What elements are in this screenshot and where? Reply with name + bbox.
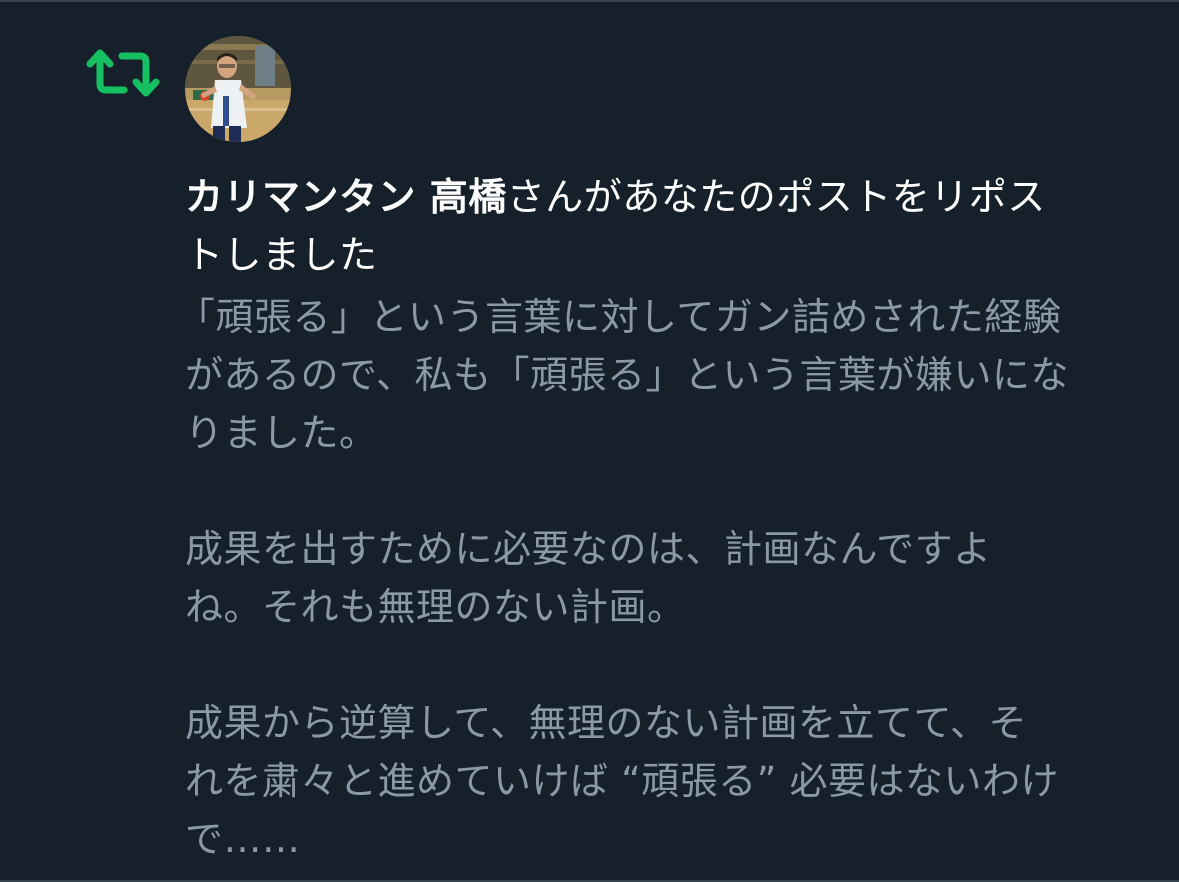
post-line: れを粛々と進めていけば “頑張る” 必要はないわけ <box>185 759 1060 803</box>
notification-content: カリマンタン 高橋さんがあなたのポストをリポストしました 「頑張る」という言葉に… <box>177 168 1145 868</box>
action-text-line2: トしました <box>185 233 378 277</box>
user-name-link[interactable]: カリマンタン 高橋 <box>185 175 507 219</box>
post-line: ね。それも無理のない計画。 <box>185 585 686 629</box>
action-text-line1: さんがあなたのポストをリポス <box>506 175 1046 219</box>
post-line: りました。 <box>185 411 378 455</box>
top-divider <box>0 0 1179 2</box>
post-line: で…… <box>185 817 301 861</box>
post-line: 成果から逆算して、無理のない計画を立てて、そ <box>185 701 1028 745</box>
repost-notification[interactable]: カリマンタン 高橋さんがあなたのポストをリポストしました 「頑張る」という言葉に… <box>0 0 1179 882</box>
post-line: 「頑張る」という言葉に対してガン詰めされた経験 <box>177 295 1062 339</box>
post-text[interactable]: 「頑張る」という言葉に対してガン詰めされた経験 があるので、私も「頑張る」という… <box>177 288 1145 868</box>
notification-headline: カリマンタン 高橋さんがあなたのポストをリポストしました <box>185 168 1145 284</box>
repost-icon <box>86 44 160 102</box>
post-line: 成果を出すために必要なのは、計画なんですよ <box>185 527 992 571</box>
post-line: があるので、私も「頑張る」という言葉が嫌いにな <box>185 353 1069 397</box>
avatar[interactable] <box>185 36 291 142</box>
